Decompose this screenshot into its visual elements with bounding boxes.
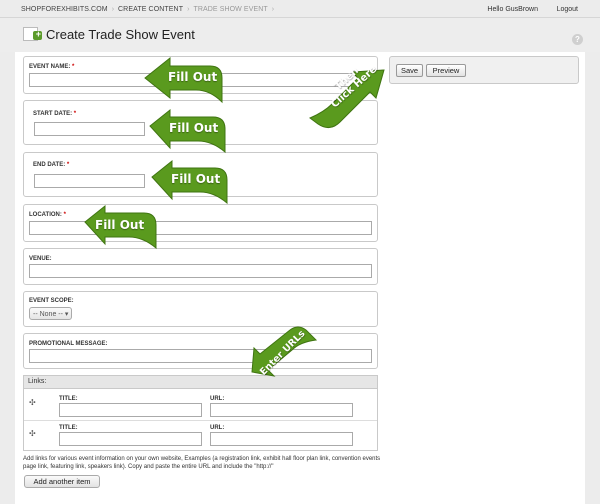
annotation-overlay — [84, 56, 385, 377]
callout-fill-out-1: Fill Out — [168, 70, 218, 84]
callout-fill-out-3: Fill Out — [171, 172, 221, 186]
callout-fill-out-2: Fill Out — [169, 121, 219, 135]
callout-fill-out-4: Fill Out — [95, 218, 145, 232]
